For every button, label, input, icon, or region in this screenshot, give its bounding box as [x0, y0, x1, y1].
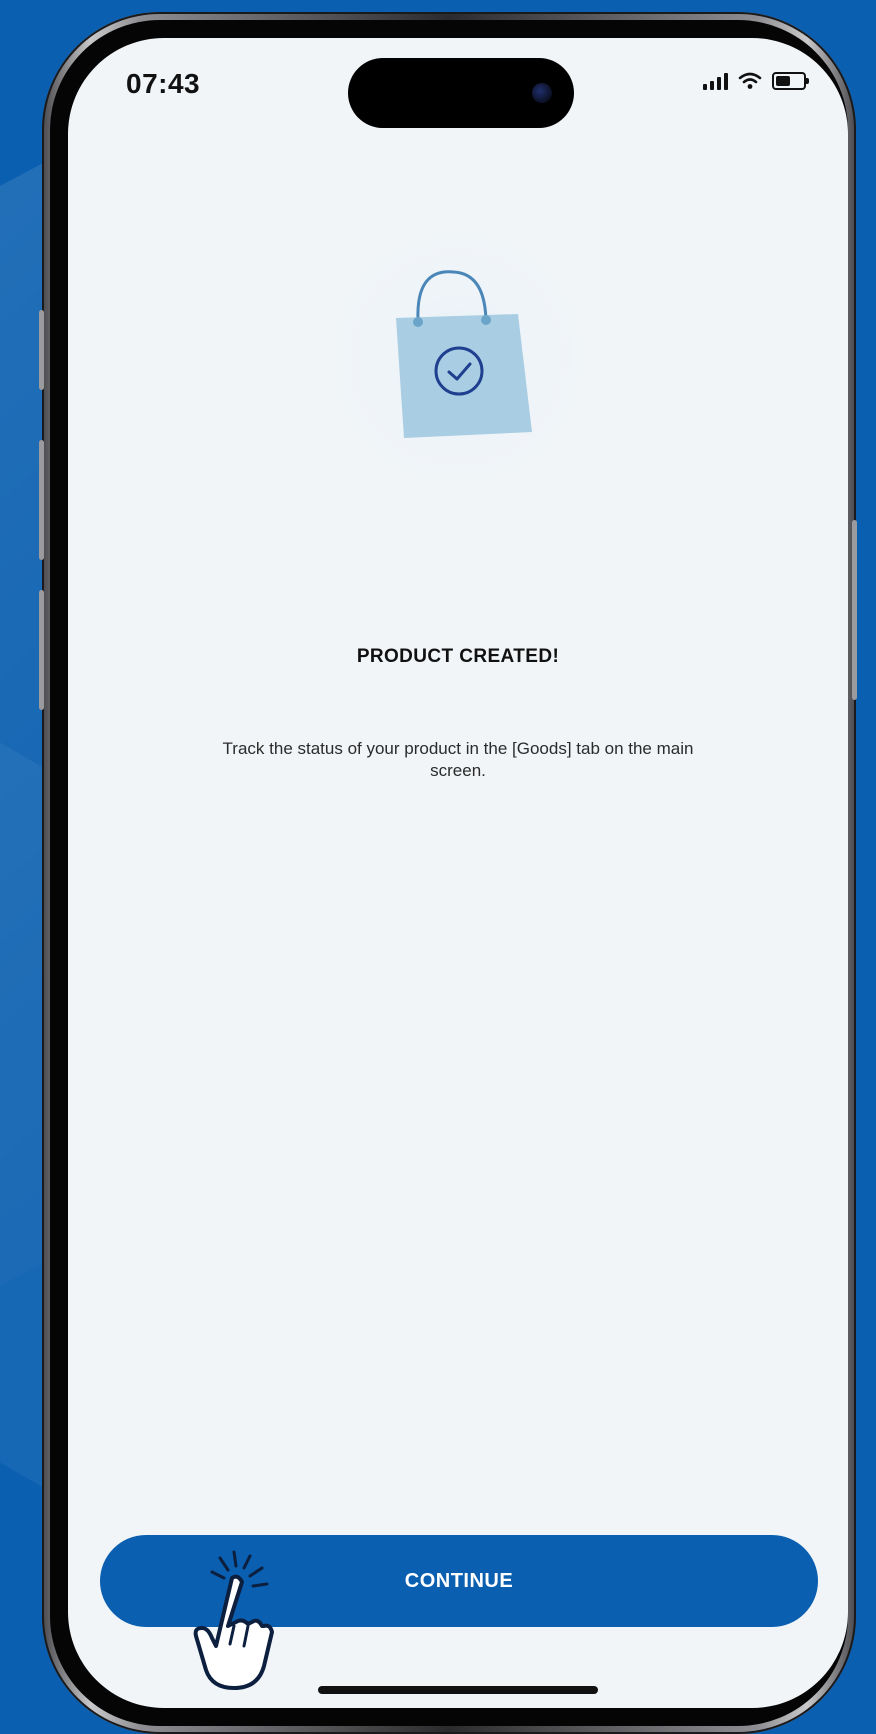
volume-up-button	[39, 440, 44, 560]
dynamic-island	[348, 58, 574, 128]
success-title: PRODUCT CREATED!	[356, 646, 560, 667]
tap-hand-icon	[193, 1550, 274, 1690]
power-button	[852, 520, 857, 700]
signal-icon	[703, 72, 728, 90]
volume-down-button	[39, 590, 44, 710]
success-description: Track the status of your product in the …	[222, 739, 694, 780]
wifi-icon	[738, 72, 762, 89]
home-indicator	[318, 1686, 598, 1694]
status-time: 07:43	[126, 68, 201, 99]
continue-button-label: CONTINUE	[404, 1569, 514, 1592]
mute-switch	[39, 310, 44, 390]
front-camera-icon	[532, 83, 552, 103]
battery-icon	[772, 72, 809, 90]
status-icons	[703, 72, 809, 90]
shopping-bag-check-icon	[396, 270, 532, 438]
phone-screen: 07:43 PRODUCT CREATED! Track the status …	[68, 38, 848, 1708]
